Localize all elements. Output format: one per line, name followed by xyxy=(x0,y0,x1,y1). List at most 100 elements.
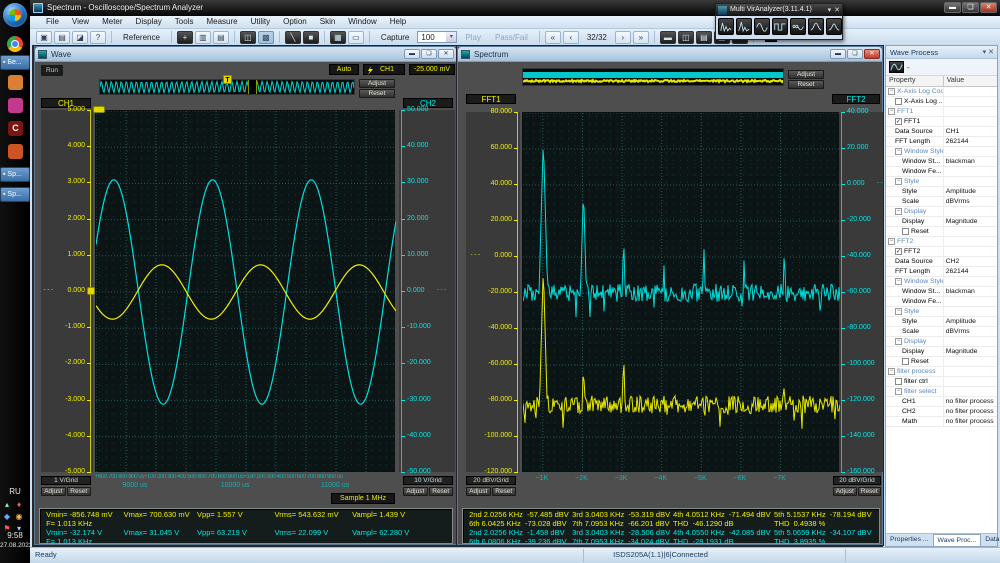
collapse-icon[interactable]: − xyxy=(895,208,902,215)
panel-tab-2[interactable]: Wave Proc... xyxy=(932,534,982,546)
app-titlebar[interactable]: Spectrum - Oscilloscope/Spectrum Analyze… xyxy=(30,0,1000,16)
collapse-icon[interactable]: − xyxy=(888,88,895,95)
property-value[interactable]: Amplitude xyxy=(944,317,997,326)
spectrum-plot[interactable] xyxy=(522,112,840,473)
taskbar-button-be[interactable]: ▪ Бе... xyxy=(0,55,30,70)
last-frame-icon[interactable]: » xyxy=(632,30,649,44)
property-row[interactable]: Math no filter process xyxy=(886,417,997,427)
property-row[interactable]: Window Fe... xyxy=(886,297,997,307)
property-row[interactable]: Scale dBVrms xyxy=(886,197,997,207)
taskbar-button-sp1[interactable]: ▪ Sp... xyxy=(0,167,30,182)
property-value[interactable]: dBVrms xyxy=(944,197,997,206)
menu-utility[interactable]: Utility xyxy=(245,16,277,28)
audio-analyzer-icon[interactable] xyxy=(790,18,806,35)
run-button[interactable]: Run xyxy=(41,65,63,76)
stop-icon[interactable]: ■ xyxy=(302,30,319,44)
property-value[interactable] xyxy=(944,337,997,346)
tile-horizontal-icon[interactable]: ▤ xyxy=(695,30,712,44)
collapse-icon[interactable]: − xyxy=(895,278,902,285)
menu-skin[interactable]: Skin xyxy=(314,16,342,28)
print-icon[interactable]: ▭ xyxy=(347,30,364,44)
property-value[interactable] xyxy=(944,87,997,96)
column-display-icon[interactable]: ▥ xyxy=(194,30,211,44)
collapse-icon[interactable]: − xyxy=(895,148,902,155)
property-row[interactable]: FFT Length 262144 xyxy=(886,267,997,277)
property-value[interactable]: no filter process xyxy=(944,417,997,426)
property-value[interactable] xyxy=(944,207,997,216)
trigger-mode-box[interactable]: Auto xyxy=(329,64,359,75)
property-value[interactable] xyxy=(944,387,997,396)
property-value[interactable] xyxy=(944,357,997,366)
property-value[interactable] xyxy=(944,147,997,156)
property-value[interactable]: CH2 xyxy=(944,257,997,266)
checkbox[interactable] xyxy=(902,358,909,365)
spectrum-analyzer-icon[interactable] xyxy=(718,18,734,35)
menu-tools[interactable]: Tools xyxy=(169,16,200,28)
property-value[interactable]: Amplitude xyxy=(944,187,997,196)
fft2-adjust-button[interactable]: Adjust xyxy=(833,487,857,496)
property-group-row[interactable]: − FFT1 xyxy=(886,107,997,117)
cursor-measure-icon[interactable]: ◫ xyxy=(239,30,256,44)
property-row[interactable]: Reset xyxy=(886,357,997,367)
property-value[interactable]: CH1 xyxy=(944,127,997,136)
trigger-source-box[interactable]: CH1 xyxy=(363,64,405,75)
property-value[interactable]: dBVrms xyxy=(944,327,997,336)
line-draw-icon[interactable]: ╲ xyxy=(284,30,301,44)
app-icon-rust[interactable] xyxy=(8,144,23,159)
move-icon[interactable]: + xyxy=(176,30,193,44)
collapse-icon[interactable]: − xyxy=(895,308,902,315)
tray-icon[interactable]: ◉ xyxy=(14,512,24,522)
spectrum-minimize-button[interactable]: ▬ xyxy=(830,49,846,59)
property-value[interactable] xyxy=(944,307,997,316)
panel-tab-3[interactable]: Data Record xyxy=(981,534,1000,546)
property-value[interactable] xyxy=(944,117,997,126)
property-row[interactable]: Scale dBVrms xyxy=(886,327,997,337)
wave-close-button[interactable]: ✕ xyxy=(438,49,454,59)
property-row[interactable]: Display Magnitude xyxy=(886,347,997,357)
property-row[interactable]: Data Source CH1 xyxy=(886,127,997,137)
property-group-row[interactable]: − Display xyxy=(886,337,997,347)
property-row[interactable]: ✓ FFT1 xyxy=(886,117,997,127)
property-group-row[interactable]: − Style xyxy=(886,177,997,187)
collapse-icon[interactable]: − xyxy=(888,238,895,245)
property-value[interactable] xyxy=(944,247,997,256)
collapse-icon[interactable]: − xyxy=(895,178,902,185)
pulse-analyzer-icon[interactable] xyxy=(772,18,788,35)
sweep-analyzer-icon[interactable] xyxy=(808,18,824,35)
menu-view[interactable]: View xyxy=(66,16,95,28)
first-frame-icon[interactable]: « xyxy=(544,30,561,44)
ch2-adjust-button[interactable]: Adjust xyxy=(403,487,428,496)
property-group-row[interactable]: − filter select xyxy=(886,387,997,397)
property-value[interactable]: 262144 xyxy=(944,267,997,276)
signal-generator-icon[interactable] xyxy=(754,18,770,35)
wave-restore-button[interactable]: ❏ xyxy=(421,49,437,59)
property-row[interactable]: filter ctrl xyxy=(886,377,997,387)
property-row[interactable]: Window St... blackman xyxy=(886,287,997,297)
language-indicator[interactable]: RU xyxy=(0,487,30,496)
checkbox[interactable] xyxy=(895,98,902,105)
property-row[interactable]: Window Fe... xyxy=(886,167,997,177)
fft1-adjust-button[interactable]: Adjust xyxy=(466,487,491,496)
horizontal-trigger-tag[interactable] xyxy=(93,106,105,113)
checkbox[interactable]: ✓ xyxy=(895,118,902,125)
color-settings-icon[interactable]: ▦ xyxy=(329,30,346,44)
property-value[interactable] xyxy=(944,227,997,236)
filter-analyzer-icon[interactable] xyxy=(826,18,842,35)
property-row[interactable]: ✓ FFT2 xyxy=(886,247,997,257)
spectrum-close-button[interactable]: ✕ xyxy=(864,49,880,59)
menu-help[interactable]: Help xyxy=(384,16,412,28)
app-icon-red-c[interactable]: C xyxy=(8,121,23,136)
property-group-row[interactable]: − Style xyxy=(886,307,997,317)
property-value[interactable] xyxy=(944,377,997,386)
property-value[interactable] xyxy=(944,97,997,106)
taskbar-button-sp2[interactable]: ▪ Sp... xyxy=(0,187,30,202)
tray-icon[interactable]: ♦ xyxy=(14,500,24,510)
prev-frame-icon[interactable]: ‹ xyxy=(562,30,579,44)
menu-display[interactable]: Display xyxy=(130,16,168,28)
ch2-reset-button[interactable]: Reset xyxy=(428,487,453,496)
property-row[interactable]: Data Source CH2 xyxy=(886,257,997,267)
property-value[interactable]: no filter process xyxy=(944,407,997,416)
trigger-position-marker[interactable]: T xyxy=(223,75,232,84)
property-group-row[interactable]: − FFT2 xyxy=(886,237,997,247)
menu-window[interactable]: Window xyxy=(342,16,382,28)
